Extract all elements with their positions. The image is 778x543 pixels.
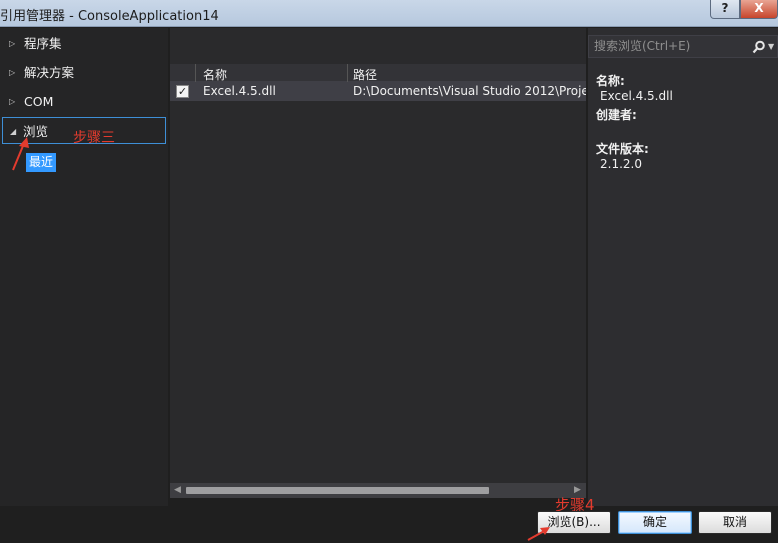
column-divider[interactable] bbox=[195, 64, 196, 82]
row-name: Excel.4.5.dll bbox=[203, 84, 276, 98]
reference-list-pane: 名称 路径 ✓ Excel.4.5.dll D:\Documents\Visua… bbox=[170, 28, 586, 498]
row-checkbox[interactable]: ✓ bbox=[176, 85, 189, 98]
sidebar-item-assemblies[interactable]: ▷ 程序集 bbox=[4, 30, 166, 57]
name-label: 名称: bbox=[596, 74, 625, 88]
column-divider[interactable] bbox=[347, 64, 348, 82]
search-icon[interactable] bbox=[752, 40, 766, 54]
expand-arrow-icon[interactable]: ▷ bbox=[9, 30, 15, 57]
sidebar-item-label: 程序集 bbox=[24, 36, 62, 51]
close-button[interactable]: X bbox=[740, 0, 778, 19]
creator-label: 创建者: bbox=[596, 108, 637, 122]
table-row[interactable]: ✓ Excel.4.5.dll D:\Documents\Visual Stud… bbox=[170, 82, 586, 101]
sidebar-item-solution[interactable]: ▷ 解决方案 bbox=[4, 59, 166, 86]
search-input[interactable]: 搜索浏览(Ctrl+E) bbox=[588, 35, 778, 58]
annotation-arrow-icon bbox=[12, 137, 29, 171]
cancel-button[interactable]: 取消 bbox=[698, 511, 772, 534]
annotation-arrow-icon bbox=[527, 527, 550, 541]
expand-arrow-icon[interactable]: ▷ bbox=[9, 59, 15, 86]
title-bar: 引用管理器 - ConsoleApplication14 ? X bbox=[0, 0, 778, 27]
expand-arrow-icon[interactable]: ▷ bbox=[9, 88, 15, 115]
category-pane: ▷ 程序集 ▷ 解决方案 ▷ COM ◢ 浏览 最近 步骤三 bbox=[0, 28, 168, 506]
sidebar-item-com[interactable]: ▷ COM bbox=[4, 88, 166, 115]
scroll-left-icon[interactable]: ◀ bbox=[174, 485, 181, 495]
horizontal-scrollbar[interactable]: ◀ ▶ bbox=[170, 483, 586, 498]
step3-annotation: 步骤三 bbox=[73, 130, 115, 146]
column-header-path[interactable]: 路径 bbox=[353, 66, 377, 83]
version-value: 2.1.2.0 bbox=[600, 157, 642, 171]
list-header: 名称 路径 bbox=[170, 64, 586, 82]
ok-button[interactable]: 确定 bbox=[618, 511, 692, 534]
sidebar-item-label: 解决方案 bbox=[24, 65, 75, 80]
name-value: Excel.4.5.dll bbox=[600, 89, 673, 103]
window-title: 引用管理器 - ConsoleApplication14 bbox=[0, 9, 219, 24]
column-header-name[interactable]: 名称 bbox=[203, 66, 227, 83]
search-options-chevron-icon[interactable]: ▼ bbox=[768, 42, 774, 51]
help-button[interactable]: ? bbox=[710, 0, 740, 19]
row-path: D:\Documents\Visual Studio 2012\Projec bbox=[353, 84, 586, 98]
sidebar-item-label: COM bbox=[24, 94, 54, 109]
sidebar-subitem-recent[interactable]: 最近 bbox=[26, 153, 57, 172]
details-pane: 搜索浏览(Ctrl+E) ▼ 名称: Excel.4.5.dll 创建者: 文件… bbox=[588, 28, 778, 506]
version-label: 文件版本: bbox=[596, 142, 649, 156]
scrollbar-thumb[interactable] bbox=[186, 487, 489, 494]
